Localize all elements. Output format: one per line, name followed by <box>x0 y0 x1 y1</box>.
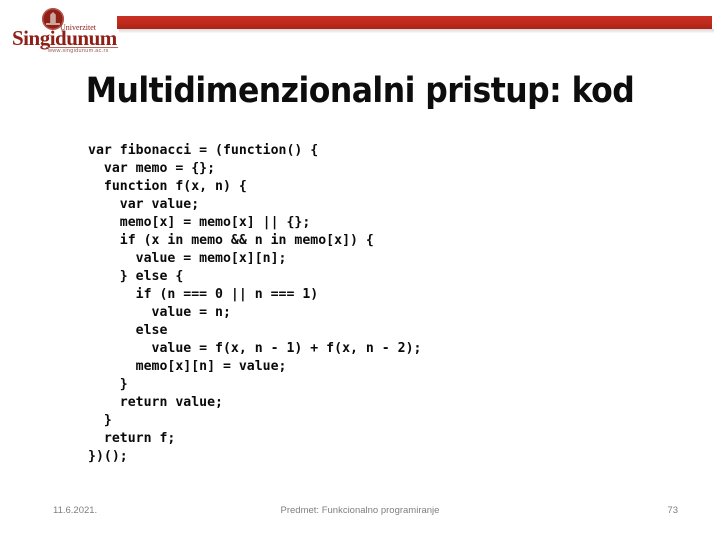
header-accent-bar <box>117 16 712 29</box>
code-line: var value; <box>88 197 200 212</box>
page-title: Multidimenzionalni pristup: kod <box>85 71 635 111</box>
slide-footer: 11.6.2021. Predmet: Funkcionalno program… <box>0 505 720 525</box>
code-line: value = n; <box>88 305 231 320</box>
slide: Univerzitet Singidunum www.singidunum.ac… <box>0 0 720 540</box>
code-line: return f; <box>88 431 176 446</box>
slide-header: Univerzitet Singidunum www.singidunum.ac… <box>0 0 720 66</box>
logo-url: www.singidunum.ac.rs <box>48 48 109 54</box>
code-line: var memo = {}; <box>88 161 216 176</box>
university-logo: Univerzitet Singidunum www.singidunum.ac… <box>12 8 120 58</box>
code-line: return value; <box>88 395 223 410</box>
logo-wordmark: Singidunum <box>12 26 117 50</box>
code-block: var fibonacci = (function() { var memo =… <box>88 142 648 466</box>
footer-page-number: 73 <box>667 505 678 516</box>
code-line: } <box>88 377 128 392</box>
code-line: value = memo[x][n]; <box>88 251 287 266</box>
code-line: else <box>88 323 168 338</box>
code-line: function f(x, n) { <box>88 179 247 194</box>
code-line: memo[x] = memo[x] || {}; <box>88 215 311 230</box>
code-line: value = f(x, n - 1) + f(x, n - 2); <box>88 341 422 356</box>
code-line: if (x in memo && n in memo[x]) { <box>88 233 374 248</box>
code-line: if (n === 0 || n === 1) <box>88 287 319 302</box>
code-line: } else { <box>88 269 184 284</box>
code-line: memo[x][n] = value; <box>88 359 287 374</box>
code-line: })(); <box>88 449 128 464</box>
code-line: } <box>88 413 112 428</box>
footer-subject: Predmet: Funkcionalno programiranje <box>280 505 440 516</box>
header-accent-bar-shadow <box>119 29 714 33</box>
code-line: var fibonacci = (function() { <box>88 143 319 158</box>
